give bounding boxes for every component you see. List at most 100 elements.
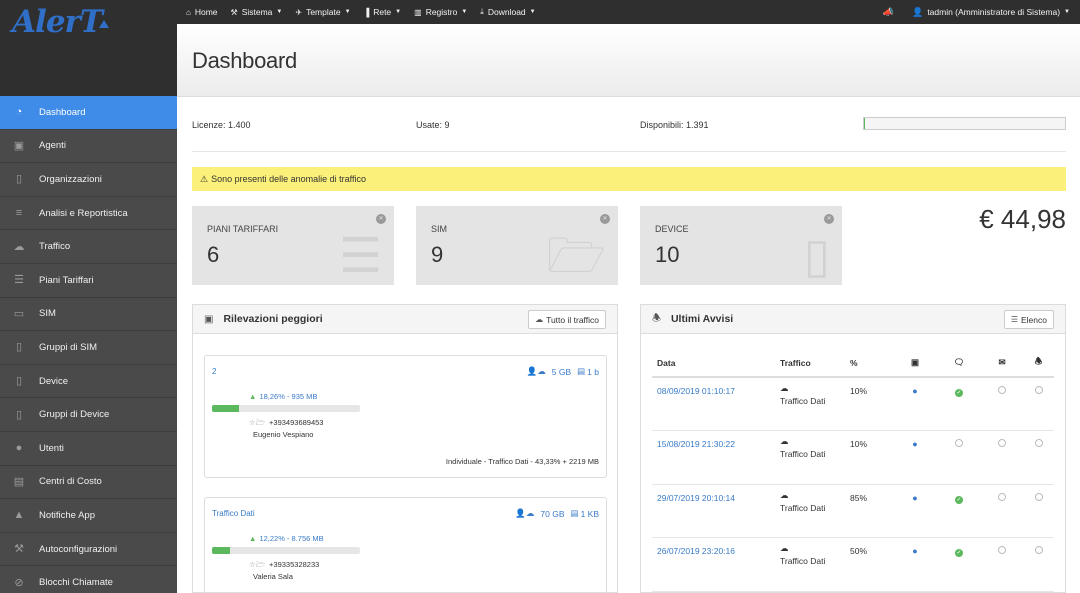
all-traffic-button[interactable]: ☁ Tutto il traffico [528,310,606,329]
info-icon[interactable]: ✕ [376,214,386,224]
sidebar-item-agenti[interactable]: ▣ Agenti [0,130,177,164]
inbox-icon: ▣ [893,349,937,378]
detection-name[interactable]: Traffico Dati [212,509,255,518]
nav-registro[interactable]: ▥ Registro ▼ [414,7,467,17]
sidebar-item-blocchi-chiamate[interactable]: ⊘ Blocchi Chiamate [0,566,177,593]
sidebar-item-sim[interactable]: ▭ SIM [0,298,177,332]
megaphone-icon[interactable]: 📣 [883,7,894,18]
notice-date[interactable]: 29/07/2019 20:10:14 [652,484,775,538]
detection-user: Valeria Sala [253,572,293,581]
table-row[interactable]: 29/07/2019 20:10:14 ☁ Traffico Dati 85% ● ✓ [652,484,1054,538]
table-row[interactable]: 08/09/2019 01:10:17 ☁ Traffico Dati 10% ● ✓ [652,377,1054,431]
column-header[interactable]: Traffico [775,349,845,378]
sidebar-item-utenti[interactable]: ● Utenti [0,432,177,466]
detection-item[interactable]: Traffico Dati 👤☁ 70 GB ▤ 1 KB ▲ 12,22% - … [204,497,607,592]
sidebar-item-label: Piani Tariffari [39,274,94,286]
sms-icon: ▤ [577,366,586,376]
sidebar-item-centri-di-costo[interactable]: ▤ Centri di Costo [0,466,177,500]
sidebar-item-organizzazioni[interactable]: ▯ Organizzazioni [0,163,177,197]
nav-rete[interactable]: ▐ Rete ▼ [364,7,402,17]
envelope-icon: ✉ [981,349,1023,378]
notice-date[interactable]: 08/09/2019 01:10:17 [652,377,775,431]
notice-traffic: ☁ Traffico Dati [775,537,845,592]
traffic-text: Traffico Dati [780,502,826,513]
empty-circle-icon [998,492,1006,501]
notice-traffic: ☁ Traffico Dati [775,377,845,431]
app-logo[interactable]: AlerT [12,4,109,40]
sidebar-item-gruppi-di-sim[interactable]: ▯ Gruppi di SIM [0,331,177,365]
nav-sistema[interactable]: ⚒ Sistema ▼ [231,7,283,17]
card-piani-tariffari[interactable]: ☰ PIANI TARIFFARI 6 ✕ [192,206,394,285]
list-button[interactable]: ☰ Elenco [1003,310,1054,329]
notice-percent: 50% [845,537,893,592]
logo-area: AlerT [0,0,177,96]
notice-chat-status: ✓ [937,484,981,538]
trend-text: 12,22% - 8.756 MB [259,534,324,543]
dashboard-icon: ◔ [15,106,23,119]
data-total: 70 GB [540,508,565,519]
table-row[interactable]: 15/08/2019 21:30:22 ☁ Traffico Dati 10% ● [652,430,1054,485]
table-row[interactable]: 26/07/2019 23:20:16 ☁ Traffico Dati 50% ● ✓ [652,537,1054,592]
traffic-text: Traffico Dati [780,556,826,566]
wrench-icon: ⚒ [14,543,24,556]
user-icon: ● [912,492,918,503]
table-header-row: Data Traffico % ▣ 🗨 ✉ 🕭 [652,349,1054,378]
notice-recipient: ● [893,377,937,431]
check-circle-icon: ✓ [955,549,963,557]
star-folder-icon: ☆🗁 [249,560,266,569]
sms-total: 1 KB [580,508,599,519]
sidebar-item-gruppi-di-device[interactable]: ▯ Gruppi di Device [0,398,177,432]
progress-fill [212,405,239,412]
button-label: Tutto il traffico [546,314,599,325]
card-label: SIM [431,224,448,234]
mobile-icon: ▯ [15,408,23,421]
empty-circle-icon [955,439,963,447]
warning-triangle-icon [98,19,109,28]
phone-number: +39335328233 [269,560,320,569]
sidebar-item-device[interactable]: ▯ Device [0,365,177,399]
list-icon: ☰ [1010,315,1018,324]
button-label: Elenco [1021,314,1047,325]
column-header[interactable]: % [845,349,893,378]
nav-label: Registro [425,7,458,17]
notice-mail-status [981,430,1023,485]
sidebar-item-label: Dashboard [39,106,86,118]
download-icon: ⤓ [480,7,484,16]
nav-home[interactable]: ⌂ Home [186,7,218,17]
notice-chat-status [937,430,981,485]
sidebar-item-piani-tariffari[interactable]: ☰ Piani Tariffari [0,264,177,298]
cloud-icon: ☁ [780,383,789,393]
sidebar-item-label: Notifiche App [39,509,95,521]
card-sim[interactable]: 🗁 SIM 9 ✕ [416,206,618,285]
nav-template[interactable]: ✈ Template ▼ [295,7,350,17]
sidebar-item-notifiche-app[interactable]: ▲ Notifiche App [0,499,177,533]
sidebar-item-traffico[interactable]: ☁ Traffico [0,230,177,264]
nav-download[interactable]: ⤓ Download ▼ [480,7,535,17]
sidebar-item-analisi-e-reportistica[interactable]: ≡ Analisi e Reportistica [0,197,177,231]
sidebar-item-label: Blocchi Chiamate [39,577,113,589]
sidebar-item-dashboard[interactable]: ◔ Dashboard [0,96,177,130]
page-header: Dashboard [177,24,1080,97]
license-total: Licenze: 1.400 [192,120,251,130]
card-value: 9 [431,242,444,267]
card-device[interactable]: ▯ DEVICE 10 ✕ [640,206,842,285]
user-menu[interactable]: tadmin (Amministratore di Sistema) [927,7,1060,17]
bell-icon: 🕭 [652,312,661,324]
date-text: 08/09/2019 01:10:17 [657,386,735,396]
notice-date[interactable]: 26/07/2019 23:20:16 [652,537,775,592]
info-icon[interactable]: ✕ [824,214,834,224]
total-amount: € 44,98 [979,204,1066,234]
sidebar-item-autoconfigurazioni[interactable]: ⚒ Autoconfigurazioni [0,533,177,567]
arrow-up-icon: ▲ [249,392,257,401]
detection-name[interactable]: 2 [212,367,216,376]
detection-number: ☆🗁 +393493689453 [249,417,323,430]
date-text: 26/07/2019 23:20:16 [657,546,735,556]
briefcase-icon: ▣ [13,139,25,152]
info-icon[interactable]: ✕ [600,214,610,224]
license-used: Usate: 9 [416,120,450,130]
column-header[interactable]: Data [652,349,775,378]
notice-date[interactable]: 15/08/2019 21:30:22 [652,430,775,485]
detection-item[interactable]: 2 👤☁ 5 GB ▤ 1 b ▲ 18,26% - 935 MB ☆🗁 +3934… [204,355,607,478]
chevron-down-icon: ▼ [1064,9,1070,15]
cloud-icon: ☁ [535,315,544,324]
